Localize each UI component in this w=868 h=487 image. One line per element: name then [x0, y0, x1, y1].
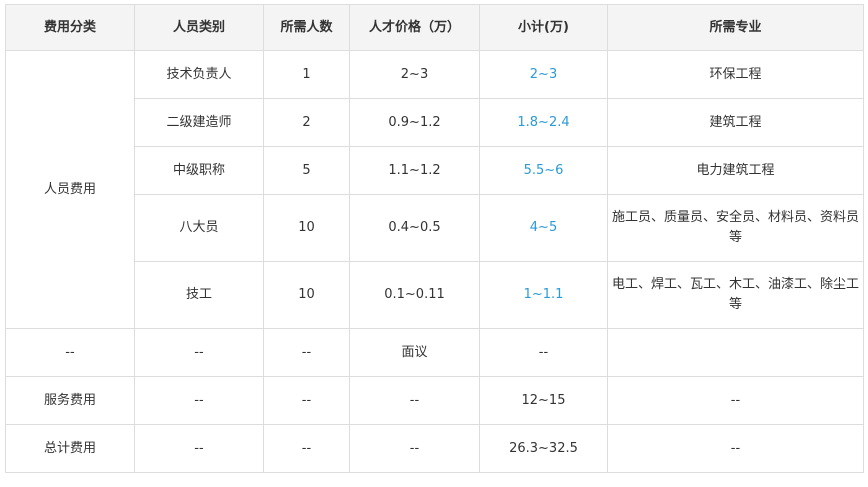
table-row: 技工 10 0.1~0.11 1~1.1 电工、焊工、瓦工、木工、油漆工、除尘工…	[6, 261, 864, 329]
service-price: --	[349, 376, 480, 425]
personnel-price: 1.1~1.2	[349, 146, 480, 195]
personnel-count: 10	[263, 261, 350, 329]
personnel-type: 中级职称	[134, 146, 264, 195]
table-row: 八大员 10 0.4~0.5 4~5 施工员、质量员、安全员、材料员、资料员等	[6, 194, 864, 262]
total-subtotal: 26.3~32.5	[479, 424, 608, 473]
personnel-major: 施工员、质量员、安全员、材料员、资料员等	[607, 194, 864, 262]
personnel-subtotal: 4~5	[479, 194, 608, 262]
total-price: --	[349, 424, 480, 473]
header-major: 所需专业	[607, 4, 864, 51]
personnel-count: 1	[263, 50, 350, 99]
service-type: --	[134, 376, 264, 425]
table-row: 人员费用 技术负责人 1 2~3 2~3 环保工程	[5, 50, 864, 329]
personnel-count: 10	[263, 194, 350, 262]
total-type: --	[134, 424, 264, 473]
other-type: --	[134, 328, 264, 377]
other-price: 面议	[349, 328, 480, 377]
personnel-price: 0.1~0.11	[349, 261, 480, 329]
personnel-price: 0.9~1.2	[349, 98, 480, 147]
service-subtotal: 12~15	[479, 376, 608, 425]
personnel-major: 建筑工程	[607, 98, 864, 147]
total-count: --	[263, 424, 350, 473]
header-personnel-type: 人员类别	[134, 4, 264, 51]
other-subtotal: --	[479, 328, 608, 377]
personnel-type: 技术负责人	[134, 50, 264, 99]
header-price: 人才价格（万）	[349, 4, 480, 51]
header-subtotal: 小计(万)	[479, 4, 608, 51]
other-count: --	[263, 328, 350, 377]
personnel-subtotal: 5.5~6	[479, 146, 608, 195]
table-row: 总计费用 -- -- -- 26.3~32.5 --	[5, 424, 864, 473]
table-row: 中级职称 5 1.1~1.2 5.5~6 电力建筑工程	[6, 146, 864, 195]
personnel-count: 2	[263, 98, 350, 147]
personnel-price: 0.4~0.5	[349, 194, 480, 262]
personnel-type: 技工	[134, 261, 264, 329]
header-count: 所需人数	[263, 4, 350, 51]
personnel-subtotal: 2~3	[479, 50, 608, 99]
personnel-major: 电工、焊工、瓦工、木工、油漆工、除尘工等	[607, 261, 864, 329]
personnel-subtotal: 1.8~2.4	[479, 98, 608, 147]
category-personnel: 人员费用	[5, 50, 135, 329]
personnel-major: 环保工程	[607, 50, 864, 99]
header-row: 费用分类 人员类别 所需人数 人才价格（万） 小计(万) 所需专业	[5, 4, 864, 51]
header-fee-category: 费用分类	[5, 4, 135, 51]
personnel-price: 2~3	[349, 50, 480, 99]
service-count: --	[263, 376, 350, 425]
table-row: 二级建造师 2 0.9~1.2 1.8~2.4 建筑工程	[6, 98, 864, 147]
personnel-type: 八大员	[134, 194, 264, 262]
service-category: 服务费用	[5, 376, 135, 425]
personnel-major: 电力建筑工程	[607, 146, 864, 195]
table-row: 服务费用 -- -- -- 12~15 --	[5, 376, 864, 425]
page: 费用分类 人员类别 所需人数 人才价格（万） 小计(万) 所需专业 人员费用 技…	[0, 0, 868, 487]
table-row: -- -- -- 面议 --	[5, 328, 864, 377]
personnel-subtotal: 1~1.1	[479, 261, 608, 329]
fee-table: 费用分类 人员类别 所需人数 人才价格（万） 小计(万) 所需专业 人员费用 技…	[5, 4, 864, 473]
personnel-count: 5	[263, 146, 350, 195]
total-category: 总计费用	[5, 424, 135, 473]
total-major: --	[607, 424, 864, 473]
other-category: --	[5, 328, 135, 377]
service-major: --	[607, 376, 864, 425]
personnel-type: 二级建造师	[134, 98, 264, 147]
other-major	[607, 328, 864, 377]
